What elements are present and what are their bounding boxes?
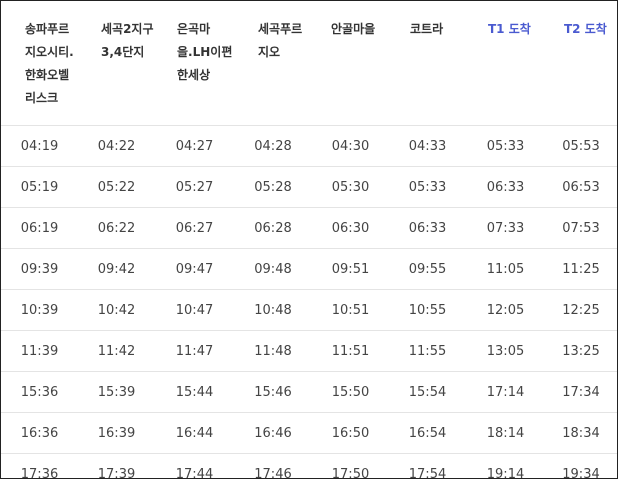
time-cell: 10:47 [155, 289, 234, 331]
time-cell: 11:51 [312, 330, 389, 372]
table-row: 06:19 06:22 06:27 06:28 06:30 06:33 07:33 07:53 [1, 207, 617, 249]
time-cell: 07:33 [466, 207, 545, 249]
time-cell: 17:44 [175, 466, 214, 479]
time-cell: 18:34 [545, 412, 617, 454]
time-cell: 05:33 [389, 166, 466, 208]
table-row: 16:36 16:39 16:44 16:46 16:50 16:54 18:14 18:34 [1, 412, 617, 454]
timetable-body: 04:19 04:22 04:27 04:28 04:30 04:33 05:33 05:53… [1, 125, 617, 479]
time-cell: 06:33 [466, 166, 545, 208]
time-cell: 17:54 [408, 466, 447, 479]
header-row: 송파푸르 지오시티. 한화오벨 리스크 세곡2지구 3,4단지 은곡마 을.LH… [1, 1, 617, 126]
time-cell: 09:47 [155, 248, 234, 290]
time-cell: 16:46 [234, 412, 312, 454]
time-cell: 18:14 [466, 412, 545, 454]
table-row: 09:39 09:42 09:47 09:48 09:51 09:55 11:05 11:25 [1, 248, 617, 290]
time-cell: 04:19 [1, 125, 78, 167]
time-cell: 17:14 [466, 371, 545, 413]
table-row: 11:39 11:42 11:47 11:48 11:51 11:55 13:05 13:25 [1, 330, 617, 372]
time-cell: 11:39 [1, 330, 78, 372]
table-row: 05:19 05:22 05:27 05:28 05:30 05:33 06:33 06:53 [1, 166, 617, 208]
time-cell: 06:30 [312, 207, 389, 249]
time-cell: 10:42 [78, 289, 155, 331]
time-cell: 10:48 [234, 289, 312, 331]
table-row: 17:36 17:39 17:44 17:46 17:50 17:54 19:14 19:34 [1, 454, 617, 479]
table-row: 15:36 15:39 15:44 15:46 15:50 15:54 17:14 17:34 [1, 371, 617, 413]
time-cell: 17:34 [545, 371, 617, 413]
time-cell: 16:54 [389, 412, 466, 454]
time-cell: 11:42 [78, 330, 155, 372]
column-header-segok-2-district: 세곡2지구 3,4단지 [78, 1, 155, 126]
column-header-t1-arrival: T1 도착 [466, 1, 545, 126]
time-cell: 13:25 [545, 330, 617, 372]
time-cell: 19:34 [562, 466, 600, 479]
time-cell: 17:50 [331, 466, 370, 479]
time-cell: 16:50 [312, 412, 389, 454]
time-cell: 04:22 [78, 125, 155, 167]
bus-timetable: 송파푸르 지오시티. 한화오벨 리스크 세곡2지구 3,4단지 은곡마 을.LH… [1, 1, 617, 479]
time-cell: 05:19 [1, 166, 78, 208]
time-cell: 10:55 [389, 289, 466, 331]
time-cell: 13:05 [466, 330, 545, 372]
time-cell: 11:55 [389, 330, 466, 372]
column-header-angol-village: 안골마을 [312, 1, 389, 126]
time-cell: 05:30 [312, 166, 389, 208]
time-cell: 10:51 [312, 289, 389, 331]
time-cell: 15:50 [312, 371, 389, 413]
time-cell: 05:28 [234, 166, 312, 208]
column-header-eungok-village: 은곡마 을.LH이편 한세상 [155, 1, 234, 126]
time-cell: 17:36 [20, 466, 59, 479]
time-cell: 04:30 [312, 125, 389, 167]
column-header-songpa-prugio-city: 송파푸르 지오시티. 한화오벨 리스크 [1, 1, 78, 126]
time-cell: 11:25 [545, 248, 617, 290]
time-cell: 06:22 [78, 207, 155, 249]
time-cell: 09:55 [389, 248, 466, 290]
time-cell: 04:27 [155, 125, 234, 167]
time-cell: 15:46 [234, 371, 312, 413]
time-cell: 05:53 [545, 125, 617, 167]
time-cell: 05:22 [78, 166, 155, 208]
time-cell: 06:53 [545, 166, 617, 208]
time-cell: 16:39 [78, 412, 155, 454]
time-cell: 09:51 [312, 248, 389, 290]
time-cell: 15:44 [155, 371, 234, 413]
table-row: 04:19 04:22 04:27 04:28 04:30 04:33 05:33 05:53 [1, 125, 617, 167]
time-cell: 12:25 [545, 289, 617, 331]
column-header-kotra: 코트라 [389, 1, 466, 126]
time-cell: 04:28 [234, 125, 312, 167]
time-cell: 15:54 [389, 371, 466, 413]
time-cell: 11:05 [466, 248, 545, 290]
time-cell: 11:48 [234, 330, 312, 372]
time-cell: 09:48 [234, 248, 312, 290]
time-cell: 12:05 [466, 289, 545, 331]
time-cell: 16:44 [155, 412, 234, 454]
time-cell: 04:33 [389, 125, 466, 167]
time-cell: 05:27 [155, 166, 234, 208]
table-row: 10:39 10:42 10:47 10:48 10:51 10:55 12:05 12:25 [1, 289, 617, 331]
column-header-segok-prugio: 세곡푸르 지오 [234, 1, 312, 126]
time-cell: 06:27 [155, 207, 234, 249]
time-cell: 05:33 [466, 125, 545, 167]
time-cell: 10:39 [1, 289, 78, 331]
timetable-frame: 송파푸르 지오시티. 한화오벨 리스크 세곡2지구 3,4단지 은곡마 을.LH… [0, 0, 618, 479]
time-cell: 06:28 [234, 207, 312, 249]
time-cell: 15:39 [78, 371, 155, 413]
column-header-t2-arrival: T2 도착 [545, 1, 617, 126]
time-cell: 19:14 [486, 466, 525, 479]
time-cell: 06:19 [1, 207, 78, 249]
time-cell: 17:46 [254, 466, 292, 479]
time-cell: 09:42 [78, 248, 155, 290]
time-cell: 17:39 [97, 466, 136, 479]
time-cell: 06:33 [389, 207, 466, 249]
time-cell: 11:47 [155, 330, 234, 372]
time-cell: 09:39 [1, 248, 78, 290]
time-cell: 07:53 [545, 207, 617, 249]
time-cell: 16:36 [1, 412, 78, 454]
time-cell: 15:36 [1, 371, 78, 413]
